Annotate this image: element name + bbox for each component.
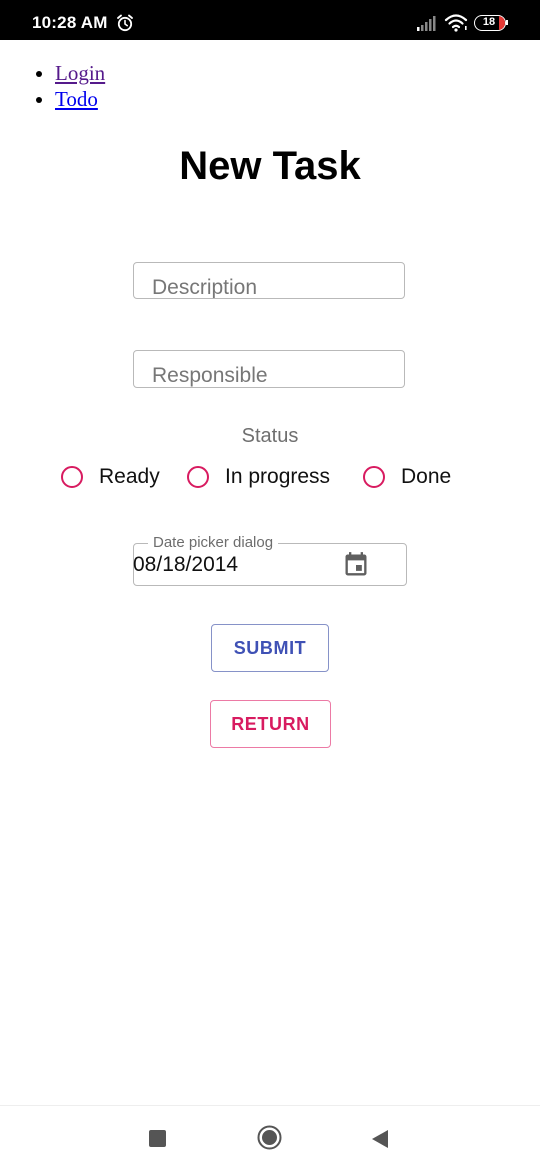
responsible-field[interactable] (133, 350, 405, 388)
responsible-input[interactable] (134, 351, 404, 387)
back-icon[interactable] (371, 1129, 389, 1149)
radio-done-circle[interactable] (363, 466, 385, 488)
status-label: Status (241, 425, 299, 447)
signal-icon (417, 16, 436, 31)
radio-in-progress[interactable]: In progress (187, 462, 330, 492)
battery-icon: 18 (474, 15, 508, 31)
page-title: New Task (179, 144, 361, 188)
home-icon[interactable] (257, 1125, 282, 1150)
radio-done[interactable]: Done (363, 462, 451, 492)
status-time: 10:28 AM (32, 13, 108, 32)
radio-in-progress-label[interactable]: In progress (225, 465, 330, 489)
description-input[interactable] (134, 263, 404, 298)
system-nav-bar (0, 1105, 540, 1170)
status-bar: 10:28 AM 18 (0, 0, 540, 40)
recents-icon[interactable] (149, 1130, 166, 1147)
todo-link[interactable]: Todo (55, 87, 98, 111)
date-picker-field[interactable]: Date picker dialog 08/18/2014 (133, 534, 407, 586)
calendar-icon[interactable] (342, 551, 370, 579)
radio-ready-circle[interactable] (61, 466, 83, 488)
radio-in-progress-circle[interactable] (187, 466, 209, 488)
date-picker-label: Date picker dialog (148, 534, 279, 552)
battery-level: 18 (482, 16, 496, 28)
radio-ready[interactable]: Ready (61, 462, 160, 492)
radio-done-label[interactable]: Done (401, 465, 451, 489)
radio-ready-label[interactable]: Ready (99, 465, 160, 489)
description-field[interactable] (133, 262, 405, 299)
nav-item-todo: Todo (55, 86, 105, 112)
nav-list: Login Todo (0, 60, 105, 112)
login-link[interactable]: Login (55, 61, 105, 85)
wifi-icon (444, 14, 468, 32)
nav-item-login: Login (55, 60, 105, 86)
alarm-icon (117, 14, 133, 32)
submit-button[interactable]: SUBMIT (211, 624, 329, 672)
date-picker-value[interactable]: 08/18/2014 (133, 553, 238, 577)
return-button[interactable]: RETURN (210, 700, 331, 748)
screen: 10:28 AM 18 • Login • Todo New Task Desc… (0, 0, 540, 1170)
